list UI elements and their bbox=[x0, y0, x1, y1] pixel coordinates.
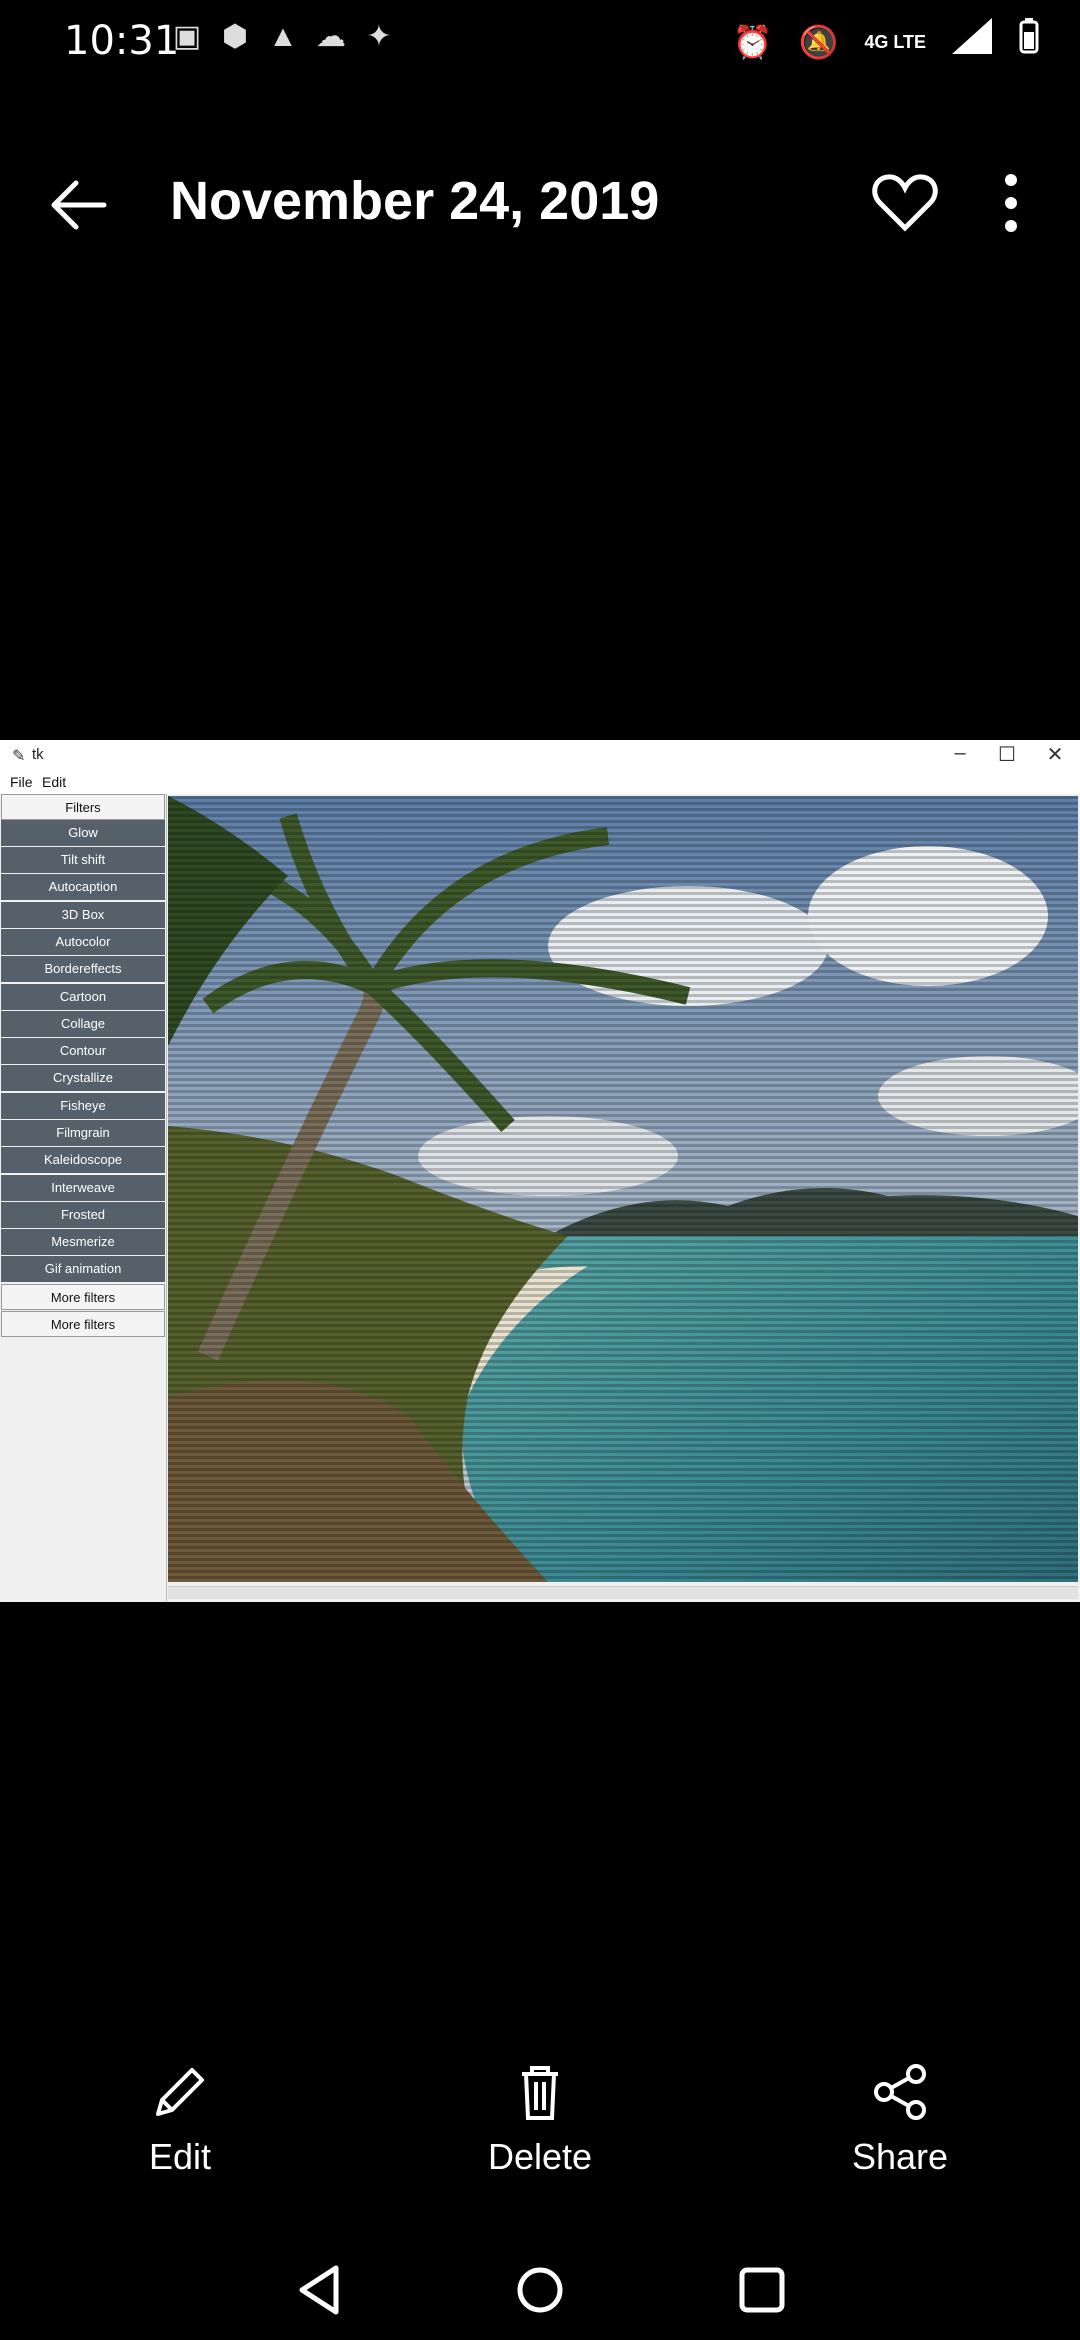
more-vert-icon bbox=[1005, 174, 1017, 232]
filter-item: Tilt shift bbox=[1, 847, 165, 873]
filter-item: Autocaption bbox=[1, 874, 165, 900]
filter-item: Cartoon bbox=[1, 984, 165, 1010]
trash-icon bbox=[522, 2066, 558, 2120]
maximize-icon: ☐ bbox=[998, 744, 1016, 766]
filter-item: Interweave bbox=[1, 1175, 165, 1201]
feather-icon: ✎ bbox=[12, 748, 26, 765]
beach-photo-canvas bbox=[168, 796, 1078, 1582]
tk-window-title: tk bbox=[32, 746, 44, 763]
action-bar: Edit Delete Share bbox=[0, 2060, 1080, 2200]
filter-item: Gif animation bbox=[1, 1256, 165, 1282]
filter-item: Kaleidoscope bbox=[1, 1147, 165, 1173]
beach-scene-image bbox=[168, 796, 1078, 1582]
status-time: 10:31 bbox=[64, 18, 180, 64]
network-type: 4G LTE bbox=[864, 31, 926, 52]
status-right: ⏰ 🔕 4G LTE bbox=[733, 18, 1040, 65]
home-circle-icon bbox=[517, 2267, 563, 2313]
filter-item: Bordereffects bbox=[1, 956, 165, 982]
minimize-icon: – bbox=[954, 742, 966, 764]
filter-item: Collage bbox=[1, 1011, 165, 1037]
nav-home-button[interactable] bbox=[510, 2260, 570, 2320]
bike-icon: ✦ bbox=[366, 20, 392, 53]
image-icon: ▲ bbox=[268, 20, 298, 53]
filters-sidebar: Filters Glow Tilt shift Autocaption 3D B… bbox=[0, 794, 167, 1602]
filter-item: Contour bbox=[1, 1038, 165, 1064]
nav-recents-button[interactable] bbox=[732, 2260, 792, 2320]
tk-menubar: File Edit bbox=[0, 770, 1080, 794]
filter-item: Mesmerize bbox=[1, 1229, 165, 1255]
vpn-icon: ⬢ bbox=[221, 20, 249, 53]
cloud-icon: ☁ bbox=[316, 20, 346, 53]
app-bar: November 24, 2019 bbox=[0, 150, 1080, 260]
signal-icon bbox=[952, 18, 992, 65]
notification-icon: ▣ bbox=[172, 20, 202, 53]
filter-item: 3D Box bbox=[1, 902, 165, 928]
delete-label: Delete bbox=[487, 2136, 593, 2177]
more-options-button[interactable] bbox=[986, 168, 1036, 238]
share-icon bbox=[874, 2064, 926, 2120]
edit-label: Edit bbox=[148, 2136, 212, 2177]
battery-icon bbox=[1018, 18, 1040, 65]
mute-icon: 🔕 bbox=[798, 23, 839, 60]
more-filters-button: More filters bbox=[1, 1284, 165, 1310]
filter-item: Filmgrain bbox=[1, 1120, 165, 1146]
more-filters-button: More filters bbox=[1, 1311, 165, 1337]
page-title: November 24, 2019 bbox=[170, 171, 660, 231]
heart-icon bbox=[872, 174, 938, 232]
pencil-icon bbox=[156, 2068, 204, 2116]
tk-window-titlebar: ✎ tk – ☐ ✕ bbox=[0, 740, 1080, 771]
close-icon: ✕ bbox=[1046, 744, 1064, 766]
menu-file: File bbox=[10, 774, 33, 790]
recents-square-icon bbox=[739, 2267, 785, 2313]
share-label: Share bbox=[851, 2136, 949, 2177]
menu-edit: Edit bbox=[42, 774, 67, 790]
system-navbar bbox=[0, 2240, 1080, 2340]
filter-item: Crystallize bbox=[1, 1065, 165, 1091]
status-left-icons: ▣ ⬢ ▲ ☁ ✦ bbox=[170, 20, 396, 54]
alarm-icon: ⏰ bbox=[732, 23, 773, 60]
edit-button[interactable]: Edit bbox=[90, 2060, 270, 2200]
filter-item: Frosted bbox=[1, 1202, 165, 1228]
filter-item: Glow bbox=[1, 820, 165, 846]
back-triangle-icon bbox=[299, 2265, 339, 2315]
nav-back-button[interactable] bbox=[292, 2260, 352, 2320]
delete-button[interactable]: Delete bbox=[450, 2060, 630, 2200]
filter-item: Autocolor bbox=[1, 929, 165, 955]
filter-item: Fisheye bbox=[1, 1093, 165, 1119]
filters-header: Filters bbox=[1, 794, 165, 820]
status-bar: 10:31 ▣ ⬢ ▲ ☁ ✦ ⏰ 🔕 4G LTE bbox=[0, 0, 1080, 80]
share-button[interactable]: Share bbox=[810, 2060, 990, 2200]
back-arrow-icon bbox=[51, 180, 107, 230]
photo-view[interactable]: ✎ tk – ☐ ✕ File Edit Filters Glow Tilt s… bbox=[0, 740, 1080, 1602]
favorite-button[interactable] bbox=[870, 168, 940, 238]
horizontal-scrollbar bbox=[168, 1586, 1078, 1599]
back-button[interactable] bbox=[44, 170, 114, 240]
